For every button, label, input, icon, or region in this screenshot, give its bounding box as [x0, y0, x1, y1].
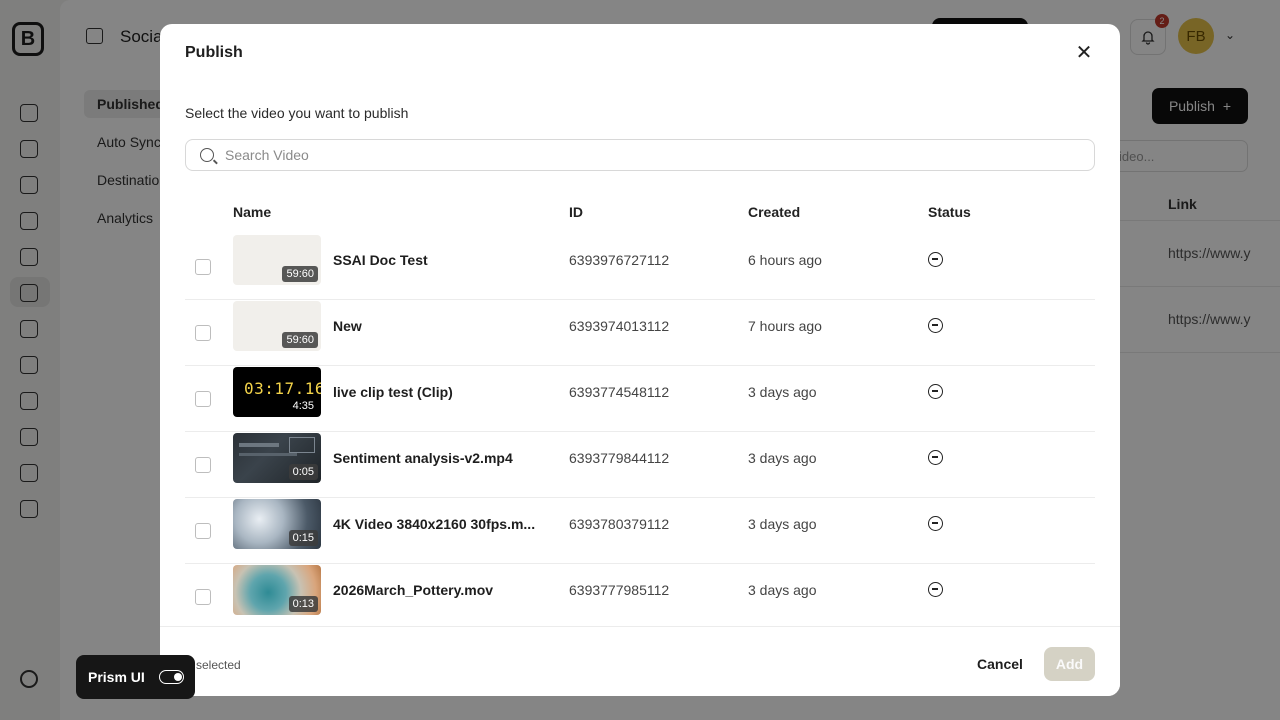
video-created: 3 days ago	[748, 450, 817, 466]
row-checkbox[interactable]	[195, 259, 211, 275]
toggle-switch[interactable]	[159, 670, 184, 684]
video-thumbnail[interactable]: 0:05	[233, 433, 321, 483]
video-id: 6393777985112	[569, 582, 670, 598]
duration-badge: 0:15	[288, 530, 318, 546]
video-list: 59:60 SSAI Doc Test 6393976727112 6 hour…	[185, 234, 1095, 626]
duration-badge: 0:05	[288, 464, 318, 480]
video-id: 6393974013112	[569, 318, 670, 334]
minus-circle-icon	[928, 384, 943, 399]
table-row[interactable]: 03:17.16 4:35 live clip test (Clip) 6393…	[185, 366, 1095, 432]
row-checkbox[interactable]	[195, 457, 211, 473]
video-thumbnail[interactable]: 03:17.16 4:35	[233, 367, 321, 417]
minus-circle-icon	[928, 450, 943, 465]
modal-subtitle: Select the video you want to publish	[185, 105, 409, 121]
thumbnail-detail	[239, 443, 279, 447]
column-header-status[interactable]: Status	[928, 204, 971, 220]
thumbnail-detail	[239, 453, 297, 456]
video-id: 6393779844112	[569, 450, 670, 466]
duration-badge: 59:60	[282, 332, 318, 348]
selected-count: selected	[196, 658, 241, 672]
table-row[interactable]: 0:15 4K Video 3840x2160 30fps.m... 63937…	[185, 498, 1095, 564]
video-name: 4K Video 3840x2160 30fps.m...	[333, 516, 536, 532]
row-checkbox[interactable]	[195, 391, 211, 407]
video-thumbnail[interactable]: 0:15	[233, 499, 321, 549]
video-created: 6 hours ago	[748, 252, 822, 268]
row-checkbox[interactable]	[195, 523, 211, 539]
search-input[interactable]	[225, 147, 1085, 163]
prism-ui-toggle-badge[interactable]: Prism UI	[76, 655, 195, 699]
video-thumbnail[interactable]: 59:60	[233, 235, 321, 285]
modal-title: Publish	[185, 44, 243, 61]
duration-badge: 59:60	[282, 266, 318, 282]
minus-circle-icon	[928, 516, 943, 531]
search-icon	[200, 148, 214, 162]
video-created: 3 days ago	[748, 384, 817, 400]
video-created: 3 days ago	[748, 582, 817, 598]
duration-badge: 4:35	[292, 400, 314, 412]
table-row[interactable]: 0:05 Sentiment analysis-v2.mp4 639377984…	[185, 432, 1095, 498]
video-name: live clip test (Clip)	[333, 384, 453, 400]
video-name: 2026March_Pottery.mov	[333, 582, 494, 598]
video-created: 7 hours ago	[748, 318, 822, 334]
column-header-created[interactable]: Created	[748, 204, 800, 220]
video-name: New	[333, 318, 362, 334]
video-name: SSAI Doc Test	[333, 252, 428, 268]
close-icon[interactable]: ✕	[1074, 42, 1094, 64]
minus-circle-icon	[928, 252, 943, 267]
video-name: Sentiment analysis-v2.mp4	[333, 450, 513, 466]
video-id: 6393774548112	[569, 384, 670, 400]
search-field	[185, 139, 1095, 171]
column-header-name[interactable]: Name	[233, 204, 271, 220]
thumbnail-detail	[289, 437, 315, 453]
video-thumbnail[interactable]: 59:60	[233, 301, 321, 351]
add-button[interactable]: Add	[1044, 647, 1095, 681]
minus-circle-icon	[928, 582, 943, 597]
table-row[interactable]: 59:60 New 6393974013112 7 hours ago	[185, 300, 1095, 366]
thumbnail-clock-text: 03:17.16	[244, 379, 321, 398]
row-checkbox[interactable]	[195, 589, 211, 605]
video-created: 3 days ago	[748, 516, 817, 532]
prism-ui-label: Prism UI	[88, 669, 145, 685]
table-row[interactable]: 0:13 2026March_Pottery.mov 6393777985112…	[185, 564, 1095, 626]
video-id: 6393976727112	[569, 252, 670, 268]
table-row[interactable]: 59:60 SSAI Doc Test 6393976727112 6 hour…	[185, 234, 1095, 300]
publish-modal: Publish ✕ Select the video you want to p…	[160, 24, 1120, 696]
modal-footer: selected Cancel Add	[160, 626, 1120, 696]
minus-circle-icon	[928, 318, 943, 333]
duration-badge: 0:13	[288, 596, 318, 612]
video-thumbnail[interactable]: 0:13	[233, 565, 321, 615]
video-id: 6393780379112	[569, 516, 670, 532]
row-checkbox[interactable]	[195, 325, 211, 341]
cancel-button[interactable]: Cancel	[966, 647, 1034, 681]
column-header-id[interactable]: ID	[569, 204, 583, 220]
